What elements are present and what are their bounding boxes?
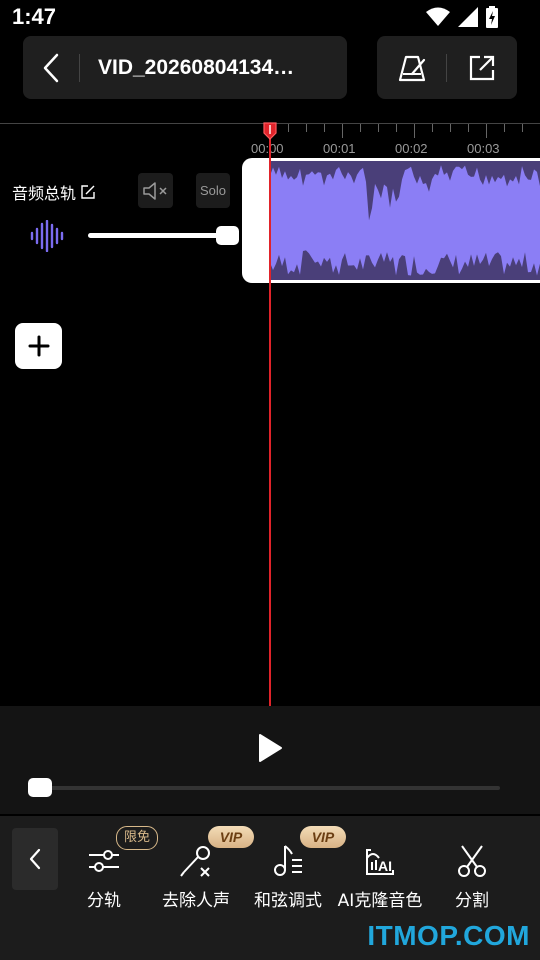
tool-label: 和弦调式 xyxy=(254,891,322,911)
tick-mark xyxy=(396,124,397,132)
remove-vocal-icon xyxy=(180,846,210,877)
tick-mark xyxy=(378,124,379,132)
free-badge: 限免 xyxy=(116,826,159,850)
speaker-mute-icon xyxy=(142,181,167,200)
file-title: VID_20260804134… xyxy=(98,55,295,79)
plus-icon xyxy=(28,335,49,357)
tool-label: 分割 xyxy=(455,891,489,911)
export-button[interactable] xyxy=(447,36,516,99)
battery-icon xyxy=(486,6,498,28)
back-button[interactable] xyxy=(23,36,79,99)
tool-label: 去除人声 xyxy=(162,891,230,911)
edit-icon xyxy=(81,185,95,199)
status-time: 1:47 xyxy=(12,4,57,29)
tick-mark xyxy=(468,124,469,132)
clip-waveform xyxy=(270,165,540,276)
playback-progress-knob[interactable] xyxy=(28,778,52,797)
tick-label: 00:01 xyxy=(323,141,356,156)
tick-mark xyxy=(288,124,289,132)
clip-trim-handle[interactable] xyxy=(242,158,272,283)
playback-progress-track[interactable] xyxy=(34,786,500,790)
audio-wave-icon xyxy=(30,220,64,252)
volume-slider-track[interactable] xyxy=(88,233,228,238)
audio-clip[interactable] xyxy=(270,158,540,283)
tick-label: 00:00 xyxy=(251,141,284,156)
scissors-icon xyxy=(458,845,486,877)
tool-chord-mode[interactable]: 和弦调式 xyxy=(252,838,324,911)
svg-text:AI: AI xyxy=(378,858,392,874)
tool-split[interactable]: 分割 xyxy=(452,838,492,911)
tick-mark xyxy=(414,124,415,138)
tick-mark xyxy=(360,124,361,132)
tool-ai-clone[interactable]: AI AI克隆音色 xyxy=(336,838,424,911)
solo-button[interactable]: Solo xyxy=(196,173,230,208)
metronome-icon xyxy=(398,55,425,81)
tick-mark xyxy=(522,124,523,132)
playhead-marker-icon[interactable] xyxy=(262,121,278,141)
tool-label: AI克隆音色 xyxy=(337,891,423,911)
track-name[interactable]: 音频总轨 xyxy=(12,180,96,204)
tick-mark xyxy=(324,124,325,132)
play-button[interactable] xyxy=(256,732,284,764)
watermark-text: ITMOP.COM xyxy=(367,920,530,951)
chord-mode-icon xyxy=(274,845,302,876)
toolbar-back-button[interactable] xyxy=(12,828,58,890)
vip-badge: VIP xyxy=(208,826,254,848)
volume-slider-knob[interactable] xyxy=(216,226,239,245)
chevron-left-icon xyxy=(29,848,41,870)
track-name-label: 音频总轨 xyxy=(12,184,77,203)
mute-button[interactable] xyxy=(138,173,173,208)
waveform-shape xyxy=(270,165,540,276)
playhead-line[interactable] xyxy=(269,130,271,706)
tick-mark xyxy=(504,124,505,132)
split-track-icon xyxy=(89,850,119,872)
title-bar: VID_20260804134… xyxy=(23,36,347,99)
add-track-button[interactable] xyxy=(15,323,62,369)
tick-label: 00:02 xyxy=(395,141,428,156)
status-icons xyxy=(426,6,500,28)
back-arrow-icon xyxy=(43,53,59,82)
tool-label: 分轨 xyxy=(87,891,121,911)
tick-mark xyxy=(450,124,451,132)
metronome-button[interactable] xyxy=(377,36,446,99)
tool-split-track[interactable]: 分轨 xyxy=(84,838,124,911)
tool-remove-vocal[interactable]: 去除人声 xyxy=(160,838,232,911)
tick-mark xyxy=(342,124,343,138)
tick-mark xyxy=(432,124,433,132)
tick-mark xyxy=(486,124,487,138)
header-tools xyxy=(377,36,517,99)
tick-label: 00:03 xyxy=(467,141,500,156)
export-icon xyxy=(469,55,494,80)
tick-mark xyxy=(306,124,307,132)
signal-icon xyxy=(458,7,478,27)
wifi-icon xyxy=(426,7,450,26)
ai-clone-icon: AI xyxy=(366,849,394,875)
